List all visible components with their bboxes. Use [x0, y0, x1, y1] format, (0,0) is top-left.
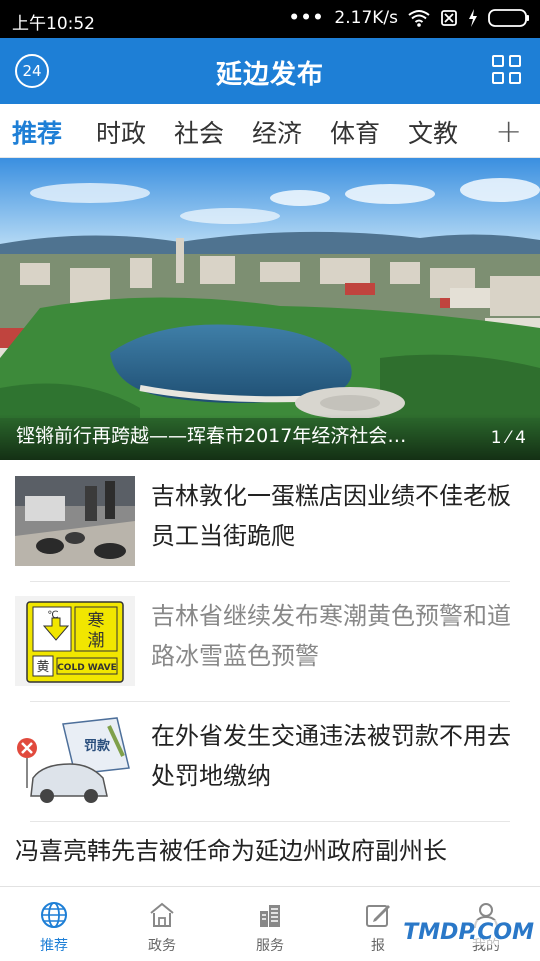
- add-tab-icon[interactable]: +: [495, 112, 522, 150]
- nav-government-affairs[interactable]: 政务: [108, 887, 216, 961]
- charging-icon: [469, 9, 477, 27]
- tab-recommend[interactable]: 推荐: [12, 114, 63, 161]
- sim-off-icon: [441, 10, 457, 26]
- news-thumbnail: 罚款: [15, 716, 135, 806]
- more-dots-icon: •••: [288, 8, 325, 28]
- news-thumbnail: [15, 476, 135, 566]
- divider: [30, 581, 510, 582]
- divider: [30, 821, 510, 822]
- svg-text:罚款: 罚款: [84, 738, 111, 754]
- tab-sports[interactable]: 体育: [330, 114, 380, 150]
- wifi-icon: [408, 10, 430, 27]
- watermark: TMDP.COM: [399, 920, 538, 945]
- battery-icon: [488, 9, 529, 27]
- svg-text:黄: 黄: [36, 660, 49, 675]
- tab-economy[interactable]: 经济: [252, 114, 302, 150]
- carousel-page-indicator: 1 ⁄ 4: [490, 428, 526, 448]
- status-bar: 上午10:52 ••• 2.17K/s: [0, 0, 540, 38]
- svg-text:寒: 寒: [88, 611, 105, 631]
- hero-carousel[interactable]: 铿锵前行再跨越——珲春市2017年经济社会… 1 ⁄ 4: [0, 158, 540, 460]
- news-thumbnail: ℃ 寒 潮 黄 COLD WAVE: [15, 596, 135, 686]
- nav-recommend[interactable]: 推荐: [0, 887, 108, 961]
- status-time: 上午10:52: [12, 14, 95, 34]
- news-title: 吉林省继续发布寒潮黄色预警和道路冰雪蓝色预警: [151, 602, 511, 670]
- svg-text:℃: ℃: [47, 610, 58, 621]
- svg-text:COLD WAVE: COLD WAVE: [57, 663, 117, 673]
- hero-caption: 铿锵前行再跨越——珲春市2017年经济社会…: [16, 425, 407, 447]
- category-tabs: 推荐 时政 社会 经济 体育 文教 +: [0, 104, 540, 161]
- app-title: 延边发布: [215, 60, 324, 90]
- globe-icon: [41, 902, 67, 928]
- nav-services[interactable]: 服务: [216, 887, 324, 961]
- news-item-text[interactable]: 冯喜亮韩先吉被任命为延边州政府副州长: [15, 831, 447, 866]
- tab-culture-education[interactable]: 文教: [408, 114, 458, 150]
- news-title: 在外省发生交通违法被罚款不用去处罚地缴纳: [151, 722, 511, 790]
- news-item[interactable]: 吉林敦化一蛋糕店因业绩不佳老板员工当街跪爬: [15, 476, 511, 566]
- divider: [30, 701, 510, 702]
- edit-icon: [366, 905, 390, 927]
- news-item[interactable]: 罚款 在外省发生交通违法被罚款不用去处罚地缴纳: [15, 716, 511, 806]
- network-speed: 2.17K/s: [334, 8, 398, 28]
- city-icon: [260, 905, 280, 927]
- building-icon: [150, 902, 174, 927]
- tab-society[interactable]: 社会: [174, 114, 224, 150]
- svg-text:潮: 潮: [88, 631, 105, 651]
- news-title: 吉林敦化一蛋糕店因业绩不佳老板员工当街跪爬: [151, 482, 511, 550]
- news-item[interactable]: ℃ 寒 潮 黄 COLD WAVE 吉林省继续发布寒潮黄色预警和道路冰雪蓝色预警: [15, 596, 511, 686]
- tab-politics[interactable]: 时政: [96, 114, 146, 150]
- app-bar: 24 延边发布: [0, 38, 540, 104]
- grid-menu-icon[interactable]: [492, 55, 522, 85]
